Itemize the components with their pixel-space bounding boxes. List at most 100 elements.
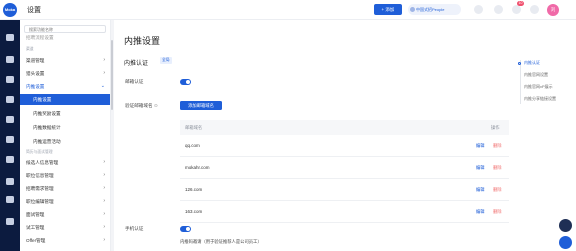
domain-cell: 126.com	[185, 187, 203, 192]
edit-link[interactable]: 编辑	[476, 143, 485, 149]
menu-group-resume: 简历与面试管理	[26, 150, 53, 154]
menu-item-channel[interactable]: 渠道管理 ›	[20, 55, 110, 66]
people-icon[interactable]	[6, 56, 14, 63]
download-icon[interactable]	[494, 5, 503, 14]
left-rail	[0, 20, 20, 251]
column-header-domain: 邮箱域名	[185, 125, 203, 130]
menu-sub-referral-stats[interactable]: 内推数据统计	[20, 122, 110, 133]
message-icon[interactable]	[530, 5, 539, 14]
menu-scrollbar[interactable]	[111, 40, 113, 110]
chevron-right-icon: ›	[103, 159, 105, 165]
anchor-active-dot	[518, 62, 521, 65]
delete-link[interactable]: 删除	[493, 143, 502, 149]
menu-item-label: 渠道管理	[26, 58, 45, 63]
menu-item-demand[interactable]: 招聘需求管理 ›	[20, 183, 110, 194]
notification-badge: 10	[517, 1, 524, 6]
anchor-item-site[interactable]: 内推官网设置	[524, 72, 548, 78]
settings-gear-icon[interactable]	[6, 178, 14, 185]
top-bar: Moka 设置 + 添加 中国式招People 10 刘	[0, 0, 576, 20]
email-domain-label-text: 验证邮箱域名	[125, 103, 153, 108]
chevron-right-icon: ›	[103, 211, 105, 217]
chart-icon[interactable]	[6, 136, 14, 143]
chevron-right-icon: ›	[103, 237, 105, 243]
delete-link[interactable]: 删除	[493, 209, 502, 215]
moka-logo[interactable]: Moka	[3, 3, 17, 17]
menu-item-position-edit[interactable]: 职位编辑管理 ›	[20, 196, 110, 207]
menu-item-label: 面试管理	[26, 212, 45, 217]
table-row: mokahr.com 编辑 删除	[180, 157, 509, 179]
settings-menu: 招聘流程设置 渠道 渠道管理› 猎头设置› 内推设置⌄ 内推设置 内推奖励设置 …	[20, 20, 111, 251]
page-title: 内推设置	[124, 36, 161, 46]
home-icon[interactable]	[6, 34, 14, 41]
chevron-right-icon: ›	[103, 70, 105, 76]
domain-cell: qq.com	[185, 143, 200, 148]
global-tag: 全局	[160, 57, 172, 64]
menu-item-cut[interactable]: 招聘流程设置	[20, 32, 110, 43]
anchor-item-auth[interactable]: 内推认证	[524, 60, 540, 66]
phone-auth-label: 手机认证	[125, 226, 144, 231]
wallet-icon[interactable]	[6, 196, 14, 203]
chevron-right-icon: ›	[103, 198, 105, 204]
menu-group-channel: 渠道	[26, 47, 34, 51]
menu-item-interview[interactable]: 面试管理 ›	[20, 209, 110, 220]
feedback-icon[interactable]	[559, 236, 572, 249]
message-icon[interactable]	[6, 156, 14, 163]
help-icon[interactable]	[474, 5, 483, 14]
invite-code-label: 内推码邀请（用于验证推荐人是公司员工）	[180, 239, 262, 244]
table-header: 邮箱域名 操作	[180, 120, 509, 135]
help-circle-icon[interactable]: ⊙	[154, 103, 158, 108]
table-row: qq.com 编辑 删除	[180, 135, 509, 157]
company-switcher[interactable]: 中国式招People	[408, 4, 461, 15]
anchor-item-share[interactable]: 内推分享链接设置	[524, 96, 556, 102]
company-label: 中国式招People	[416, 7, 445, 12]
edit-link[interactable]: 编辑	[476, 165, 485, 171]
anchor-item-vp[interactable]: 内推官网vP展示	[524, 84, 553, 90]
menu-item-label: 职位信息管理	[26, 173, 54, 178]
section-title: 内推认证	[124, 61, 149, 67]
main-panel: 内推设置 内推认证 全局 邮箱认证 验证邮箱域名 ⊙ 添加邮箱域名 邮箱域名 操…	[114, 20, 576, 251]
domain-table: 邮箱域名 操作 qq.com 编辑 删除 mokahr.com 编辑 删除 12…	[180, 120, 509, 223]
phone-auth-toggle[interactable]	[180, 226, 191, 232]
domain-cell: mokahr.com	[185, 165, 210, 170]
menu-item-label: 职位编辑管理	[26, 199, 54, 204]
menu-item-label: Offer管理	[26, 238, 46, 243]
menu-item-candidate[interactable]: 候选人信息管理 ›	[20, 157, 110, 168]
menu-item-headhunter[interactable]: 猎头设置 ›	[20, 68, 110, 79]
anchor-line	[520, 60, 521, 104]
chevron-right-icon: ›	[103, 57, 105, 63]
menu-item-offer[interactable]: Offer管理 ›	[20, 235, 110, 246]
chevron-right-icon: ›	[103, 172, 105, 178]
email-domain-label: 验证邮箱域名 ⊙	[125, 103, 158, 109]
menu-item-label: 内推设置	[26, 84, 45, 89]
delete-link[interactable]: 删除	[493, 165, 502, 171]
user-avatar[interactable]: 刘	[547, 4, 559, 16]
edit-link[interactable]: 编辑	[476, 209, 485, 215]
add-domain-button[interactable]: 添加邮箱域名	[180, 101, 222, 110]
menu-item-trial[interactable]: 试工管理 ›	[20, 222, 110, 233]
table-row: 163.com 编辑 删除	[180, 201, 509, 223]
menu-item-label: 猎头设置	[26, 71, 45, 76]
add-button[interactable]: + 添加	[374, 4, 402, 15]
app-title: 设置	[27, 7, 41, 14]
domain-cell: 163.com	[185, 209, 203, 214]
menu-item-label: 候选人信息管理	[26, 160, 59, 165]
apps-icon[interactable]	[6, 218, 14, 225]
contacts-icon[interactable]	[6, 76, 14, 83]
chat-support-icon[interactable]	[559, 219, 572, 232]
briefcase-icon[interactable]	[6, 96, 14, 103]
chevron-right-icon: ›	[103, 185, 105, 191]
menu-sub-referral-settings[interactable]: 内推设置	[20, 94, 110, 105]
menu-sub-referral-reward[interactable]: 内推奖励设置	[20, 108, 110, 119]
menu-item-referral[interactable]: 内推设置 ⌄	[20, 81, 110, 92]
edit-link[interactable]: 编辑	[476, 187, 485, 193]
calendar-icon[interactable]	[6, 116, 14, 123]
menu-sub-referral-campaign[interactable]: 内推运营活动	[20, 136, 110, 147]
notification-bell-icon[interactable]	[512, 5, 521, 14]
column-header-action: 操作	[491, 125, 500, 130]
table-row: 126.com 编辑 删除	[180, 179, 509, 201]
delete-link[interactable]: 删除	[493, 187, 502, 193]
email-auth-toggle[interactable]	[180, 79, 191, 85]
menu-item-position[interactable]: 职位信息管理 ›	[20, 170, 110, 181]
chevron-down-icon: ⌄	[100, 83, 105, 89]
email-auth-label: 邮箱认证	[125, 79, 144, 84]
